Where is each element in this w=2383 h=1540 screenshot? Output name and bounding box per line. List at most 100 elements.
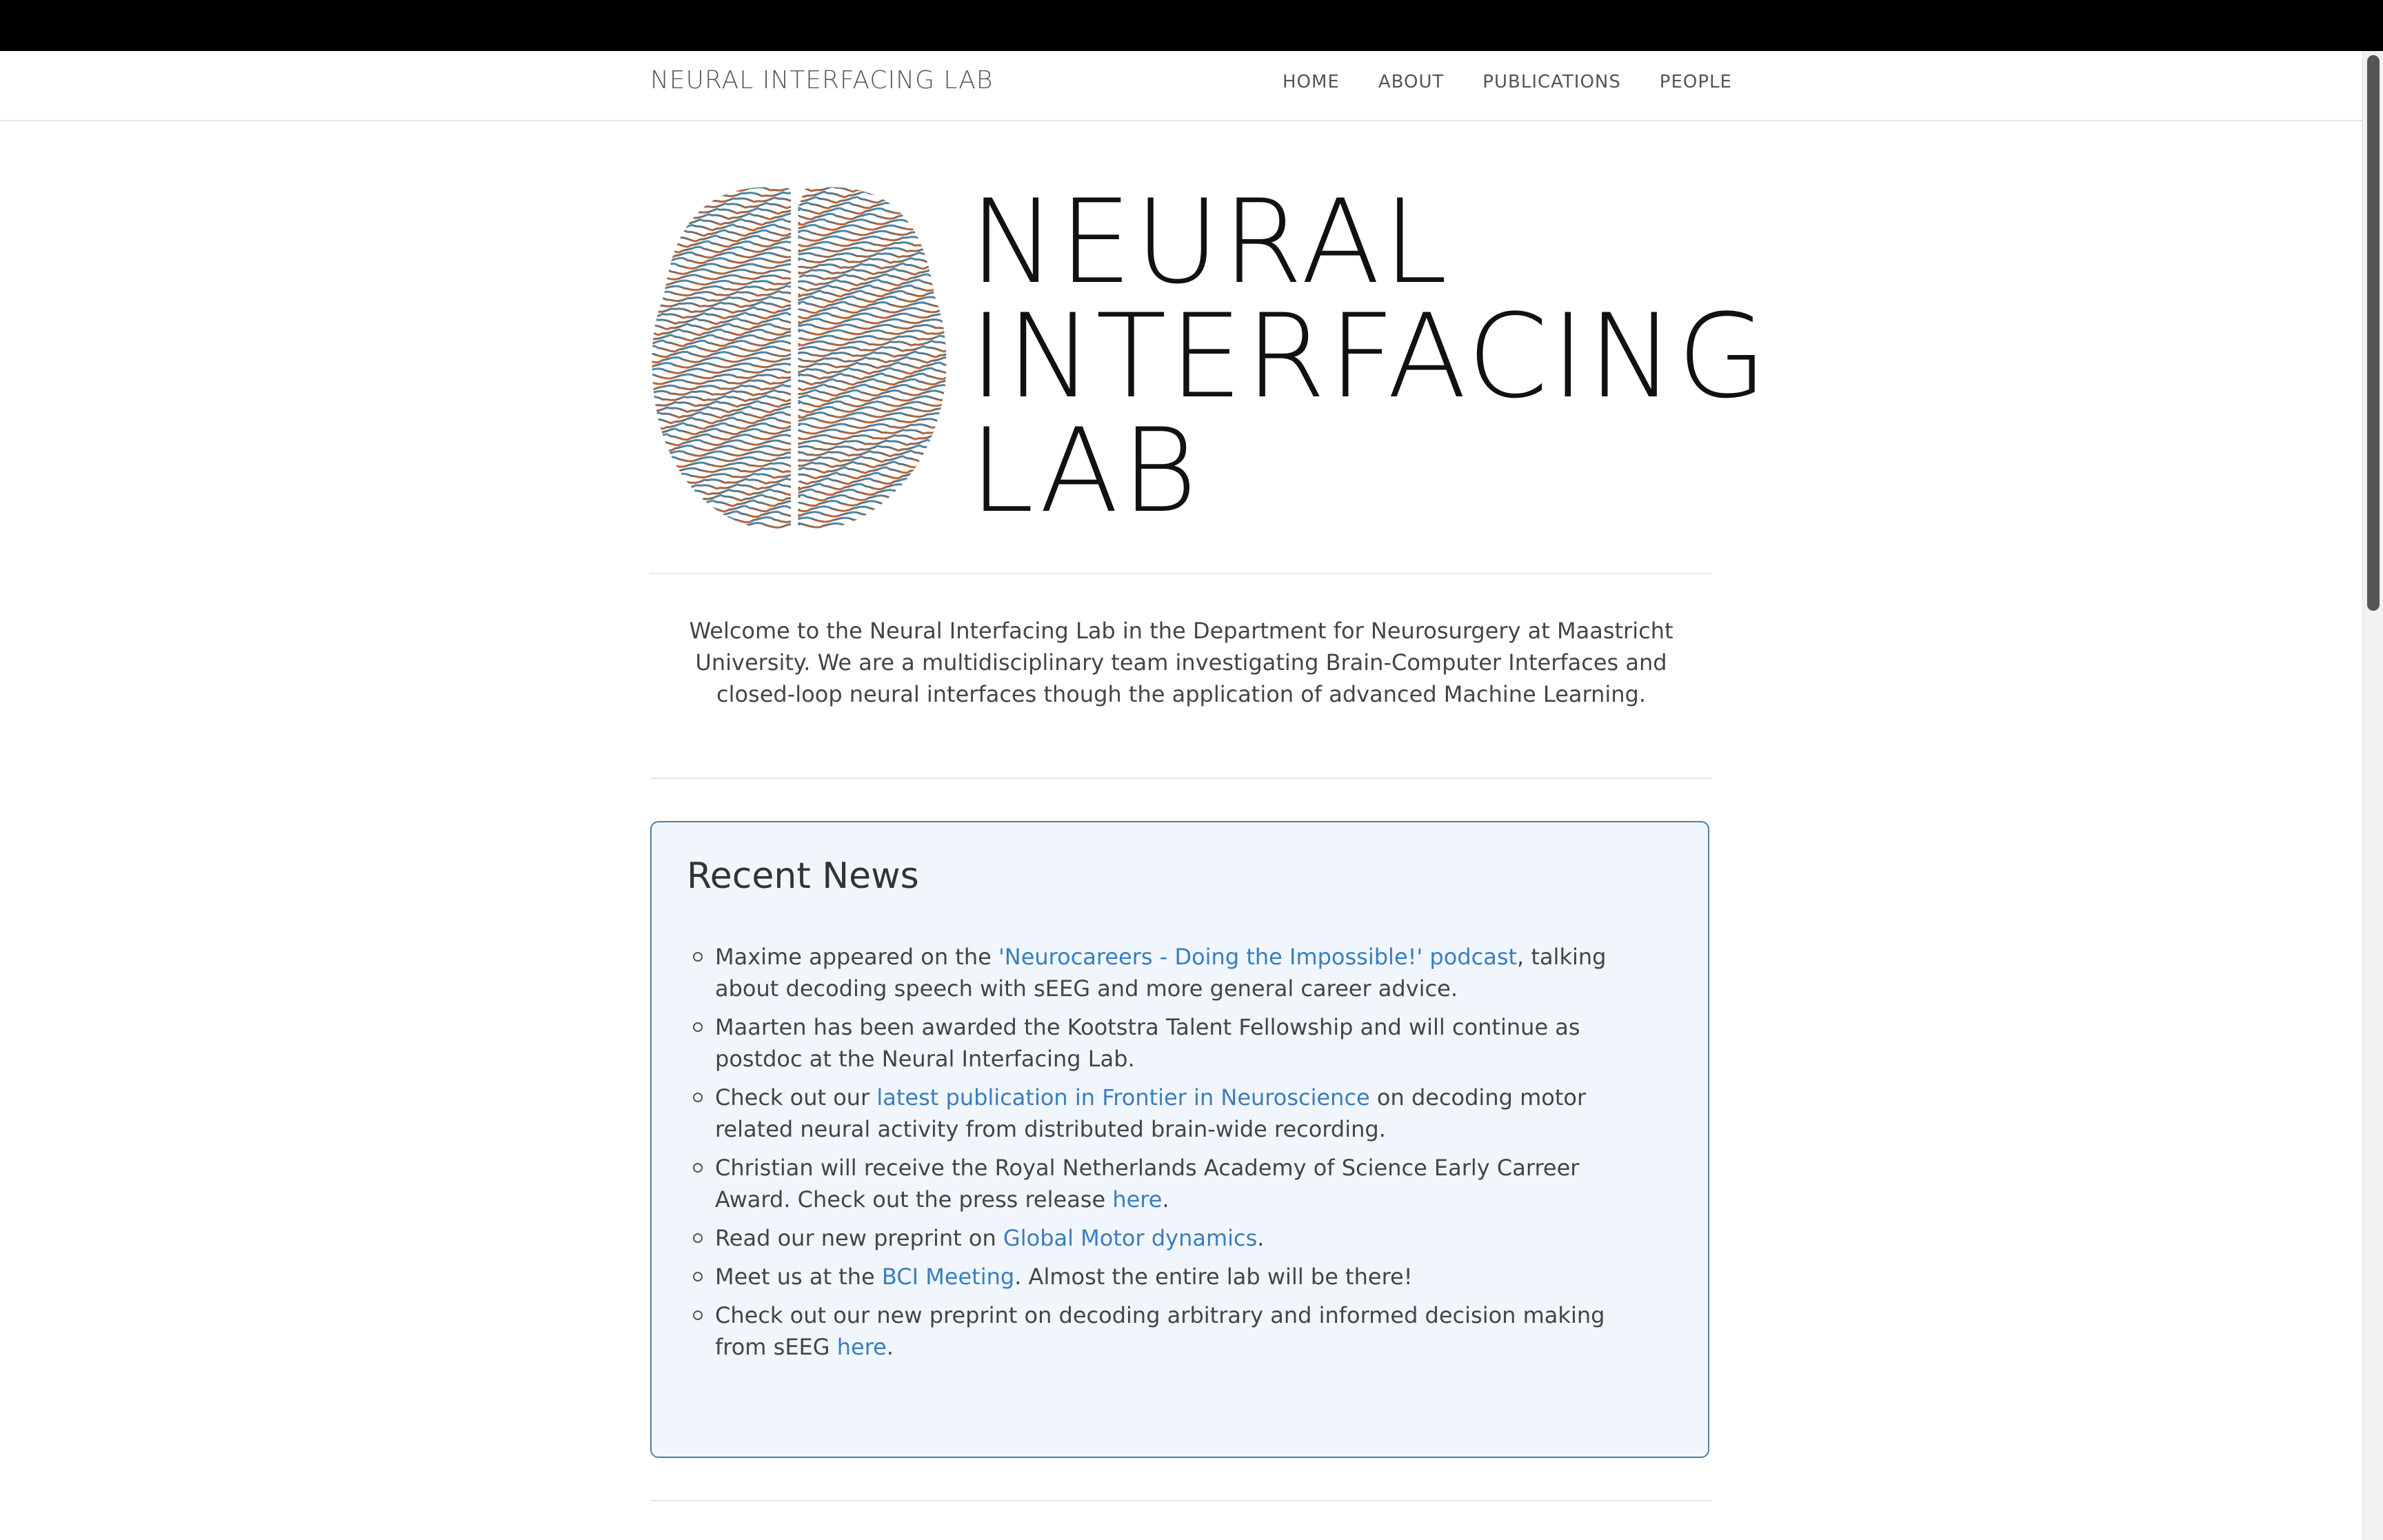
news-item-text: .	[1257, 1225, 1265, 1251]
brain-wave-line	[652, 234, 792, 243]
news-item: Meet us at the BCI Meeting. Almost the e…	[693, 1261, 1631, 1293]
news-item-link[interactable]: Global Motor dynamics	[1003, 1225, 1257, 1251]
brain-wave-line	[652, 306, 792, 314]
news-item-text: Check out our	[715, 1084, 877, 1111]
brain-wave-line	[652, 229, 792, 237]
news-item-link[interactable]: 'Neurocareers - Doing the Impossible!' p…	[998, 944, 1517, 970]
brain-wave-line	[652, 273, 792, 281]
brain-wave-line	[798, 350, 947, 358]
brain-wave-line	[652, 240, 792, 248]
brain-wave-line	[652, 262, 792, 270]
brain-wave-line	[798, 488, 947, 496]
recent-news-panel: Recent News Maxime appeared on the 'Neur…	[650, 821, 1709, 1458]
brain-wave-line	[798, 416, 947, 424]
bullet-icon	[693, 952, 703, 962]
brain-wave-line	[798, 317, 947, 326]
brain-wave-line	[652, 443, 792, 452]
brain-wave-line	[798, 278, 947, 287]
brain-wave-line	[798, 290, 947, 298]
brain-wave-line	[652, 405, 792, 414]
brain-wave-line	[798, 218, 947, 226]
brain-wave-line	[652, 367, 792, 374]
brain-wave-line	[798, 511, 947, 518]
news-item-text: Maxime appeared on the	[715, 944, 998, 970]
brain-wave-line	[798, 229, 947, 237]
brain-wave-line	[652, 505, 792, 513]
scrollbar-thumb[interactable]	[2367, 55, 2380, 611]
bullet-icon	[693, 1093, 703, 1102]
nav-about[interactable]: ABOUT	[1378, 72, 1445, 92]
brain-wave-line	[798, 399, 947, 408]
brain-wave-line	[798, 472, 947, 480]
window-top-bar	[0, 0, 2383, 51]
brain-wave-line	[652, 334, 792, 343]
brain-wave-line	[652, 207, 792, 215]
brain-wave-line	[652, 196, 792, 203]
brain-wave-line	[652, 516, 792, 524]
brain-wave-line	[652, 312, 792, 320]
brain-wave-line	[652, 461, 792, 468]
brain-wave-line	[798, 235, 947, 242]
brain-wave-line	[652, 400, 792, 408]
brain-wave-line	[798, 295, 947, 303]
brain-wave-line	[798, 241, 947, 247]
bullet-icon	[693, 1163, 703, 1173]
news-item: Maxime appeared on the 'Neurocareers - D…	[693, 941, 1631, 1004]
brain-wave-line	[798, 449, 947, 458]
brain-wave-line	[798, 187, 947, 193]
news-item-text: . Almost the entire lab will be there!	[1014, 1264, 1413, 1290]
news-item-link[interactable]: latest publication in Frontier in Neuros…	[876, 1084, 1369, 1111]
divider-middle	[650, 778, 1712, 779]
news-item-text: Maarten has been awarded the Kootstra Ta…	[715, 1014, 1580, 1072]
brain-wave-line	[798, 505, 947, 513]
brain-wave-line	[798, 428, 947, 435]
bullet-icon	[693, 1310, 703, 1320]
news-list: Maxime appeared on the 'Neurocareers - D…	[693, 941, 1631, 1370]
brain-wave-line	[798, 262, 947, 270]
brain-wave-line	[652, 394, 792, 403]
brain-wave-line	[798, 201, 947, 210]
brain-wave-line	[652, 191, 792, 198]
brain-wave-line	[652, 449, 792, 458]
brain-wave-line	[652, 285, 792, 292]
brain-wave-line	[798, 444, 947, 452]
brain-wave-line	[798, 312, 947, 320]
news-item-link[interactable]: BCI Meeting	[882, 1264, 1014, 1290]
brain-wave-line	[652, 455, 792, 463]
brain-wave-line	[652, 372, 792, 380]
brain-wave-line	[652, 356, 792, 364]
brain-wave-line	[652, 187, 792, 192]
brain-wave-line	[798, 251, 947, 259]
brain-wave-line	[652, 350, 792, 358]
brain-wave-line	[798, 246, 947, 254]
news-item: Christian will receive the Royal Netherl…	[693, 1152, 1631, 1215]
brain-wave-line	[798, 345, 947, 353]
brain-wave-line	[798, 460, 947, 469]
bullet-icon	[693, 1022, 703, 1032]
news-item-text: Read our new preprint on	[715, 1225, 1003, 1251]
brain-wave-line	[798, 256, 947, 265]
news-item-link[interactable]: here	[837, 1334, 887, 1360]
brain-wave-line	[652, 389, 792, 397]
nav-publications[interactable]: PUBLICATIONS	[1482, 72, 1621, 92]
brain-wave-line	[798, 423, 947, 429]
scrollbar[interactable]	[2362, 51, 2383, 1540]
brain-wave-line	[798, 477, 947, 485]
brain-wave-line	[798, 196, 947, 204]
news-item: Check out our new preprint on decoding a…	[693, 1299, 1631, 1363]
brain-wave-line	[798, 190, 947, 199]
news-item-link[interactable]: here	[1112, 1186, 1162, 1213]
brand-link[interactable]: NEURAL INTERFACING LAB	[650, 66, 994, 94]
brain-wave-line	[652, 499, 792, 507]
brain-wave-line	[652, 378, 792, 385]
news-item-text: .	[1162, 1186, 1169, 1213]
nav-home[interactable]: HOME	[1283, 72, 1340, 92]
brain-wave-line	[798, 455, 947, 463]
nav-people[interactable]: PEOPLE	[1660, 72, 1732, 92]
brain-wave-line	[652, 427, 792, 436]
brain-wave-line	[652, 494, 792, 502]
brain-wave-line	[652, 510, 792, 518]
brain-wave-line	[798, 328, 947, 336]
brain-wave-line	[798, 433, 947, 440]
brain-wave-line	[652, 279, 792, 286]
